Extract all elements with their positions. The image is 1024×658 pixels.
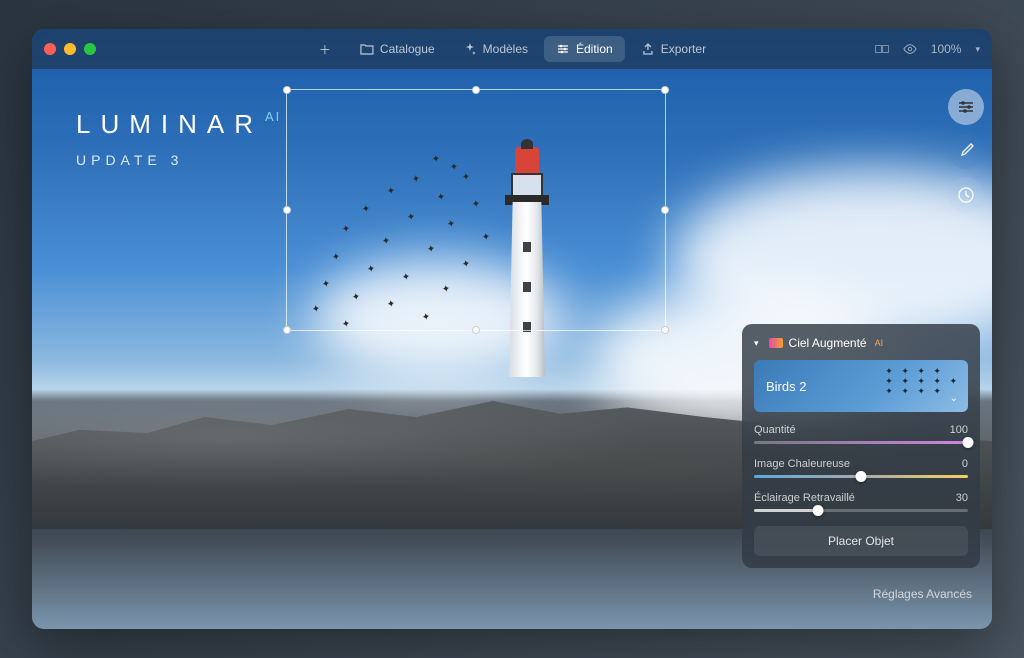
brush-icon [957, 142, 975, 160]
nav-modeles-label: Modèles [483, 42, 528, 56]
slider-value: 100 [950, 424, 968, 436]
slider-thumb[interactable] [813, 505, 824, 516]
preset-name: Birds 2 [766, 379, 806, 394]
augmented-sky-icon [769, 338, 783, 348]
slider-label: Image Chaleureuse [754, 458, 850, 470]
advanced-settings-label: Réglages Avancés [873, 587, 972, 601]
vertical-toolbar [948, 89, 984, 213]
zoom-level[interactable]: 100% [931, 42, 962, 56]
advanced-settings-link[interactable]: Réglages Avancés [873, 587, 972, 601]
selection-handle-tl[interactable] [283, 86, 291, 94]
export-icon [641, 42, 655, 56]
minimize-window-button[interactable] [64, 43, 76, 55]
nav-center: ＋ Catalogue Modèles Édition [306, 36, 718, 62]
chevron-down-icon[interactable]: ▾ [975, 44, 980, 55]
clock-icon [957, 186, 975, 204]
slider-thumb[interactable] [963, 437, 974, 448]
maximize-window-button[interactable] [84, 43, 96, 55]
nav-exporter[interactable]: Exporter [629, 36, 718, 62]
brand-title-text: LUMINAR [76, 109, 263, 140]
preset-selector[interactable]: Birds 2 ✦ ✦ ✦ ✦✦ ✦ ✦ ✦ ✦ ✦ ✦ ✦ ✦ ⌄ [754, 360, 968, 412]
slider-warmth[interactable]: Image Chaleureuse 0 [754, 458, 968, 478]
place-object-button[interactable]: Placer Objet [754, 526, 968, 556]
preset-thumbnail-birds: ✦ ✦ ✦ ✦✦ ✦ ✦ ✦ ✦ ✦ ✦ ✦ ✦ [885, 366, 960, 396]
augmented-sky-panel: ▾ Ciel Augmenté AI Birds 2 ✦ ✦ ✦ ✦✦ ✦ ✦ … [742, 324, 980, 568]
selection-handle-bl[interactable] [283, 326, 291, 334]
panel-header[interactable]: ▾ Ciel Augmenté AI [754, 336, 968, 350]
tool-brush[interactable] [948, 133, 984, 169]
nav-right: 100% ▾ [875, 42, 980, 56]
nav-edition[interactable]: Édition [544, 36, 625, 62]
slider-quantity[interactable]: Quantité 100 [754, 424, 968, 444]
nav-catalogue-label: Catalogue [380, 42, 435, 56]
selection-handle-tm[interactable] [472, 86, 480, 94]
brand-overlay: LUMINAR AI UPDATE 3 [76, 109, 281, 168]
slider-value: 0 [962, 458, 968, 470]
brand-ai-badge: AI [265, 109, 281, 124]
selection-box[interactable] [286, 89, 666, 331]
slider-track[interactable] [754, 509, 968, 512]
tool-history[interactable] [948, 177, 984, 213]
panel-title: Ciel Augmenté [789, 336, 867, 350]
sliders-icon [556, 42, 570, 56]
sliders-icon [957, 98, 975, 116]
place-object-label: Placer Objet [828, 534, 894, 548]
app-window: ✦✦ ✦✦ ✦✦ ✦✦ ✦✦ ✦✦ ✦✦ ✦✦ ✦✦ ✦✦ ✦✦ ✦✦ ✦ [32, 29, 992, 629]
slider-track[interactable] [754, 475, 968, 478]
plus-icon: ＋ [318, 42, 332, 56]
sparkle-icon [463, 42, 477, 56]
add-button[interactable]: ＋ [306, 36, 344, 62]
selection-handle-tr[interactable] [661, 86, 669, 94]
slider-thumb[interactable] [856, 471, 867, 482]
slider-relight[interactable]: Éclairage Retravaillé 30 [754, 492, 968, 512]
slider-value: 30 [956, 492, 968, 504]
close-window-button[interactable] [44, 43, 56, 55]
eye-icon[interactable] [903, 42, 917, 56]
selection-handle-mr[interactable] [661, 206, 669, 214]
traffic-lights [44, 43, 96, 55]
nav-catalogue[interactable]: Catalogue [348, 36, 447, 62]
selection-handle-bm[interactable] [472, 326, 480, 334]
nav-edition-label: Édition [576, 42, 613, 56]
brand-subtitle: UPDATE 3 [76, 152, 281, 168]
selection-handle-br[interactable] [661, 326, 669, 334]
tool-edit[interactable] [948, 89, 984, 125]
folder-icon [360, 42, 374, 56]
compare-icon[interactable] [875, 42, 889, 56]
nav-modeles[interactable]: Modèles [451, 36, 540, 62]
selection-handle-ml[interactable] [283, 206, 291, 214]
ai-badge: AI [875, 338, 884, 348]
nav-exporter-label: Exporter [661, 42, 706, 56]
chevron-down-icon: ⌄ [950, 393, 958, 404]
slider-label: Éclairage Retravaillé [754, 492, 855, 504]
titlebar: ＋ Catalogue Modèles Édition [32, 29, 992, 69]
slider-label: Quantité [754, 424, 796, 436]
slider-track[interactable] [754, 441, 968, 444]
chevron-down-icon: ▾ [754, 338, 759, 349]
